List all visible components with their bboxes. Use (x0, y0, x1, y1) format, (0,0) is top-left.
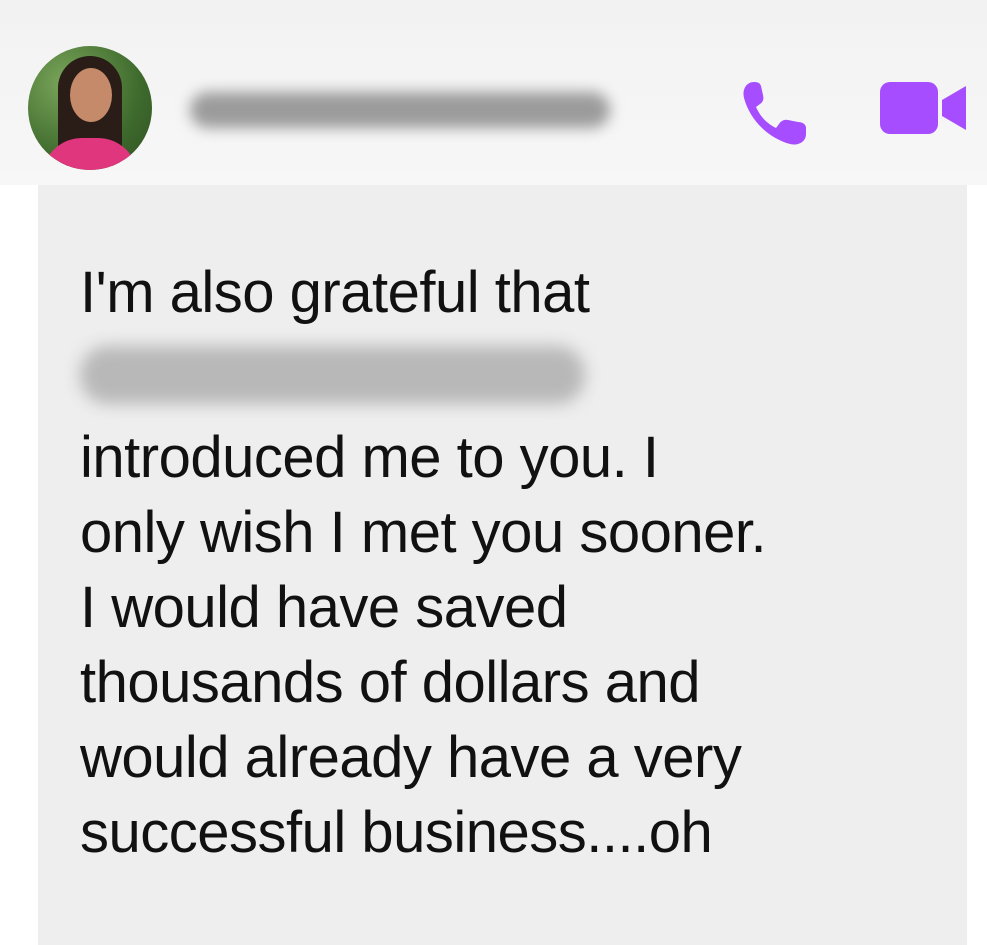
message-line-7: successful business....oh (80, 800, 713, 865)
message-line-5: thousands of dollars and (80, 650, 701, 715)
message-line-3: only wish I met you sooner. (80, 500, 767, 565)
contact-avatar[interactable] (28, 46, 152, 170)
message-line-2: introduced me to you. I (80, 425, 659, 490)
contact-name-redacted (190, 92, 610, 128)
redacted-name (80, 346, 585, 404)
message-line-4: I would have saved (80, 575, 568, 640)
phone-icon[interactable] (736, 72, 816, 152)
message-line-6: would already have a very (80, 725, 742, 790)
message-line-1: I'm also grateful that (80, 260, 590, 325)
avatar-shirt (42, 138, 138, 170)
video-camera-icon[interactable] (878, 76, 970, 140)
avatar-face (70, 68, 112, 122)
chat-header (0, 0, 987, 185)
